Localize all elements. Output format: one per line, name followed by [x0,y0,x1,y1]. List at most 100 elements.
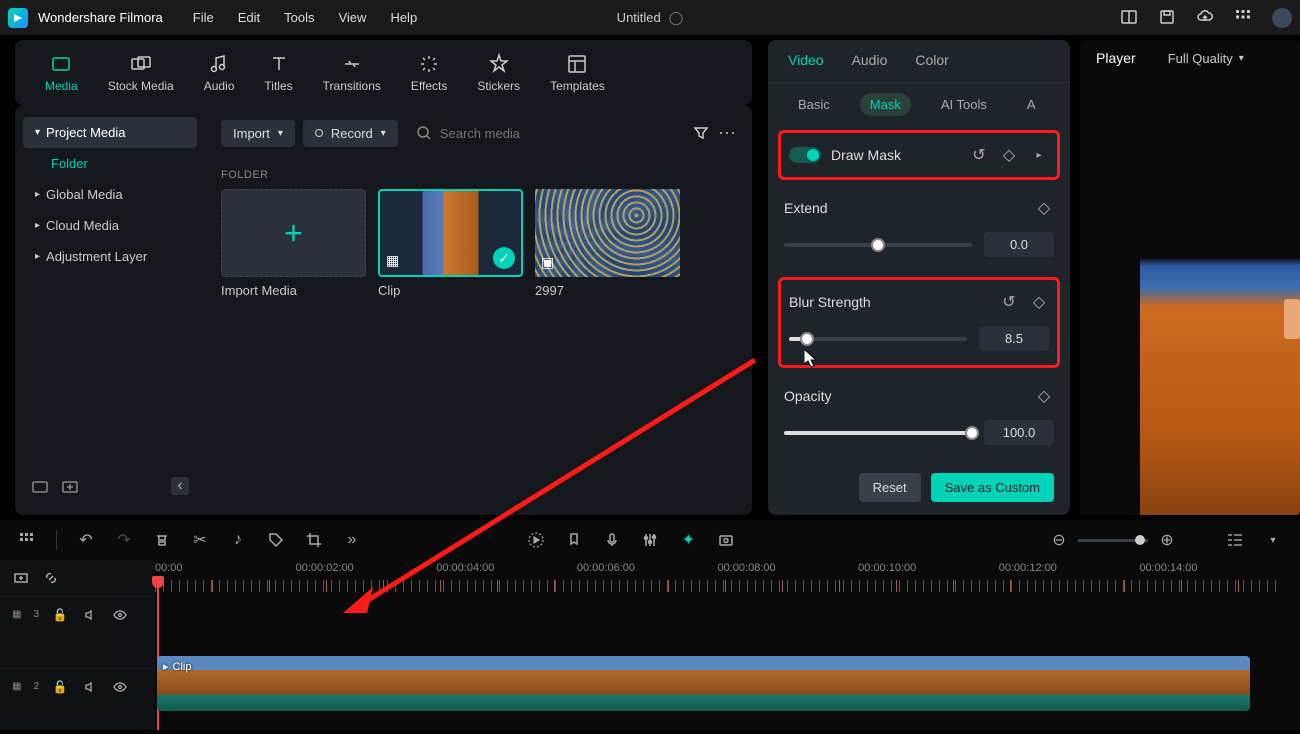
document-name: Untitled [617,10,661,25]
menu-view[interactable]: View [338,10,366,25]
reset-button[interactable]: Reset [859,473,921,502]
opacity-value[interactable]: 100.0 [984,420,1054,445]
draw-mask-toggle[interactable] [789,147,821,163]
lock-icon[interactable]: 🔓 [51,606,69,624]
new-folder-icon[interactable] [31,477,49,495]
media-2997[interactable]: ▣ 2997 [535,189,680,298]
mic-icon[interactable] [603,531,621,549]
menu-edit[interactable]: Edit [238,10,260,25]
record-dot-icon [315,129,323,137]
mute-icon[interactable] [81,678,99,696]
sidebar-adjustment-layer[interactable]: ▸ Adjustment Layer [23,241,197,272]
tab-media[interactable]: Media [45,53,78,93]
render-icon[interactable] [527,531,545,549]
blur-strength-value[interactable]: 8.5 [979,326,1049,351]
keyframe-icon[interactable]: ◇ [1034,386,1054,406]
more-icon[interactable]: ⋯ [718,124,736,142]
filter-icon[interactable] [692,124,710,142]
insp-subtab-basic[interactable]: Basic [788,93,840,116]
chevron-down-icon[interactable]: ▾ [1264,531,1282,549]
ai-icon[interactable]: ✦ [679,531,697,549]
library-tabs: Media Stock Media Audio Titles Transitio… [15,40,752,105]
chevron-down-icon: ▾ [381,128,386,139]
tag-icon[interactable] [267,531,285,549]
chevron-right-icon[interactable]: ▸ [1029,145,1049,165]
undo-icon[interactable]: ↶ [77,531,95,549]
preview-canvas[interactable] [1140,100,1300,515]
sidebar-folder[interactable]: Folder [23,148,197,179]
tab-titles[interactable]: Titles [264,53,292,93]
more-tools-icon[interactable]: » [343,531,361,549]
media-import-placeholder[interactable]: + Import Media [221,189,366,298]
insp-tab-color[interactable]: Color [915,52,948,74]
grid-apps-icon[interactable] [1234,8,1252,26]
sidebar-global-media[interactable]: ▸ Global Media [23,179,197,210]
new-folder-plus-icon[interactable] [61,477,79,495]
search-input[interactable] [440,126,674,141]
insp-tab-video[interactable]: Video [788,52,824,74]
insp-tab-audio[interactable]: Audio [852,52,888,74]
zoom-slider[interactable] [1078,539,1148,542]
save-icon[interactable] [1158,8,1176,26]
blur-strength-slider[interactable] [789,337,967,341]
redo-icon[interactable]: ↷ [115,531,133,549]
zoom-in-icon[interactable]: ⊕ [1158,531,1176,549]
menu-tools[interactable]: Tools [284,10,314,25]
tab-templates[interactable]: Templates [550,53,605,93]
delete-icon[interactable] [153,531,171,549]
import-dropdown[interactable]: Import ▾ [221,120,295,147]
add-track-icon[interactable] [12,569,30,587]
reset-icon[interactable]: ↺ [999,292,1019,312]
music-beat-icon[interactable]: ♪ [229,531,247,549]
keyframe-icon[interactable]: ◇ [999,145,1019,165]
tab-audio[interactable]: Audio [204,53,235,93]
tab-stock-media[interactable]: Stock Media [108,53,174,93]
tab-stickers[interactable]: Stickers [477,53,520,93]
chevron-down-icon: ▾ [35,127,40,138]
timeline-clip[interactable]: ▸ Clip [157,656,1250,711]
keyframe-icon[interactable]: ◇ [1034,198,1054,218]
snapshot-icon[interactable] [717,531,735,549]
grid-icon[interactable] [18,531,36,549]
layout-icon[interactable] [1120,8,1138,26]
mute-icon[interactable] [81,606,99,624]
sidebar-cloud-media[interactable]: ▸ Cloud Media [23,210,197,241]
cut-icon[interactable]: ✂ [191,531,209,549]
visibility-icon[interactable] [111,606,129,624]
crop-icon[interactable] [305,531,323,549]
media-toolbar: Import ▾ Record ▾ ⋯ [221,113,736,153]
menu-help[interactable]: Help [390,10,417,25]
audio-mixer-icon[interactable] [641,531,659,549]
cloud-upload-icon[interactable] [1196,8,1214,26]
link-icon[interactable] [42,569,60,587]
sidebar-project-media[interactable]: ▾ Project Media [23,117,197,148]
zoom-out-icon[interactable]: ⊖ [1050,531,1068,549]
timeline-ruler[interactable]: 00:00 00:00:02:00 00:00:04:00 00:00:06:0… [155,560,1280,582]
player-tab[interactable]: Player [1096,50,1136,66]
visibility-icon[interactable] [111,678,129,696]
chevron-down-icon: ▾ [278,128,283,139]
menu-file[interactable]: File [193,10,214,25]
keyframe-icon[interactable]: ◇ [1029,292,1049,312]
collapse-sidebar-icon[interactable]: ‹ [171,477,189,495]
quality-dropdown[interactable]: Full Quality ▾ [1168,51,1244,66]
marker-icon[interactable] [565,531,583,549]
save-custom-button[interactable]: Save as Custom [931,473,1054,502]
reset-icon[interactable]: ↺ [969,145,989,165]
media-clip[interactable]: ▦ ✓ Clip [378,189,523,298]
record-dropdown[interactable]: Record ▾ [303,120,398,147]
opacity-slider[interactable] [784,431,972,435]
extend-value[interactable]: 0.0 [984,232,1054,257]
timeline[interactable]: ▦ 3 🔓 ▦ 2 🔓 00:00 00:00:02:00 00:00:04:0… [0,560,1300,730]
tab-transitions[interactable]: Transitions [323,53,381,93]
tab-effects[interactable]: Effects [411,53,447,93]
blur-strength-section: Blur Strength ↺ ◇ 8.5 [778,277,1060,368]
insp-subtab-a[interactable]: A [1017,93,1046,116]
insp-subtab-aitools[interactable]: AI Tools [931,93,997,116]
avatar-icon[interactable] [1272,8,1292,28]
lock-icon[interactable]: 🔓 [51,678,69,696]
timeline-view-icon[interactable] [1226,531,1244,549]
extend-slider[interactable] [784,243,972,247]
app-logo [8,8,28,28]
insp-subtab-mask[interactable]: Mask [860,93,911,116]
